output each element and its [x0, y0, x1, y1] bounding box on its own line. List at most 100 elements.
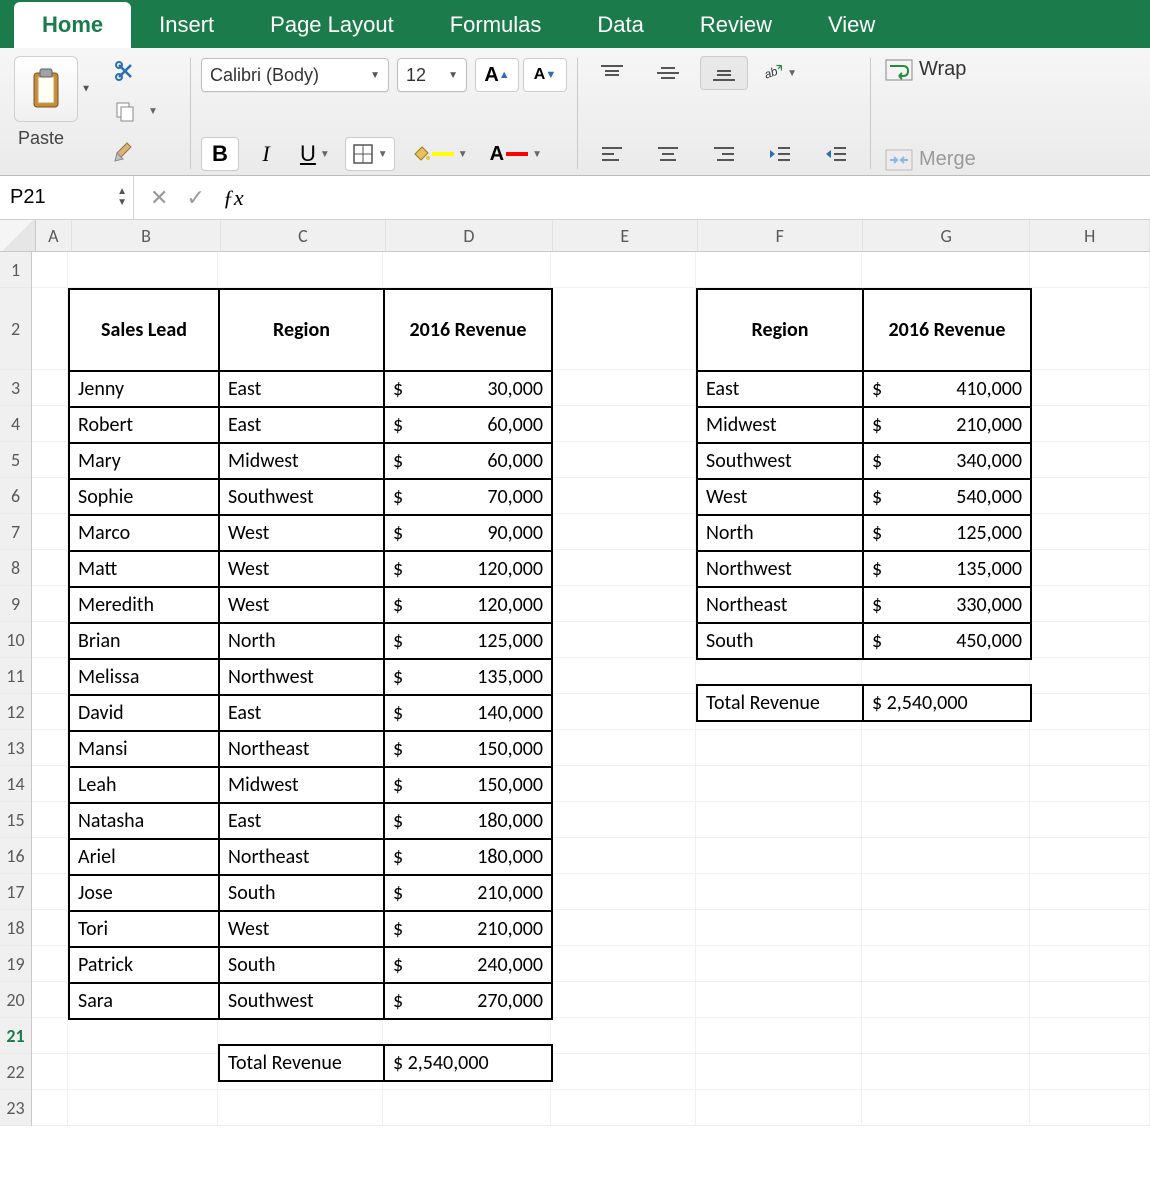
- cell[interactable]: [696, 802, 862, 838]
- cell-revenue[interactable]: $70,000: [384, 479, 552, 515]
- cell[interactable]: [1030, 550, 1150, 586]
- align-right-button[interactable]: [700, 137, 748, 171]
- merge-cells-button[interactable]: Merge: [885, 148, 976, 171]
- cell-revenue[interactable]: $150,000: [384, 731, 552, 767]
- font-color-button[interactable]: A ▼: [483, 137, 549, 171]
- column-header[interactable]: A: [36, 220, 72, 251]
- cell[interactable]: [1030, 694, 1150, 730]
- cell-revenue[interactable]: $180,000: [384, 839, 552, 875]
- cell-sales-lead[interactable]: Marco: [69, 515, 219, 551]
- cell[interactable]: [551, 252, 696, 288]
- ribbon-tab-review[interactable]: Review: [672, 2, 800, 48]
- cell[interactable]: [862, 982, 1030, 1018]
- cut-button[interactable]: [106, 56, 144, 86]
- cell-sales-lead[interactable]: Sara: [69, 983, 219, 1019]
- cell[interactable]: [1030, 658, 1150, 694]
- row-header[interactable]: 22: [0, 1054, 31, 1090]
- select-all-corner[interactable]: [0, 220, 36, 251]
- cell[interactable]: [862, 910, 1030, 946]
- cell-region[interactable]: South: [219, 875, 384, 911]
- row-header[interactable]: 19: [0, 946, 31, 982]
- cell-region[interactable]: Southwest: [219, 479, 384, 515]
- cell[interactable]: [32, 252, 68, 288]
- cell[interactable]: [1030, 730, 1150, 766]
- row-header[interactable]: 17: [0, 874, 31, 910]
- cell-region[interactable]: West: [219, 587, 384, 623]
- cell[interactable]: [68, 252, 218, 288]
- cell[interactable]: [218, 252, 383, 288]
- cell[interactable]: [551, 370, 696, 406]
- cell-region[interactable]: Northwest: [219, 659, 384, 695]
- bold-button[interactable]: B: [201, 137, 239, 171]
- cell[interactable]: [1030, 442, 1150, 478]
- cell-revenue[interactable]: $135,000: [863, 551, 1031, 587]
- cell[interactable]: [862, 766, 1030, 802]
- cell-revenue[interactable]: $210,000: [384, 911, 552, 947]
- ribbon-tab-home[interactable]: Home: [14, 2, 131, 48]
- cell-revenue[interactable]: $240,000: [384, 947, 552, 983]
- cell-revenue[interactable]: $410,000: [863, 371, 1031, 407]
- row-header[interactable]: 5: [0, 442, 31, 478]
- cell-sales-lead[interactable]: Ariel: [69, 839, 219, 875]
- cell[interactable]: [1030, 874, 1150, 910]
- cell[interactable]: [551, 550, 696, 586]
- cell-sales-lead[interactable]: Matt: [69, 551, 219, 587]
- cell[interactable]: [551, 838, 696, 874]
- cell[interactable]: [551, 1018, 696, 1054]
- cell[interactable]: [551, 802, 696, 838]
- cell-sales-lead[interactable]: Jenny: [69, 371, 219, 407]
- row-header[interactable]: 20: [0, 982, 31, 1018]
- dropdown-caret-icon[interactable]: ▼: [81, 84, 91, 95]
- cell-sales-lead[interactable]: Tori: [69, 911, 219, 947]
- cell-revenue[interactable]: $270,000: [384, 983, 552, 1019]
- row-header[interactable]: 9: [0, 586, 31, 622]
- cell[interactable]: [551, 694, 696, 730]
- column-header[interactable]: B: [72, 220, 221, 251]
- cell-region[interactable]: East: [219, 407, 384, 443]
- cell[interactable]: [862, 1018, 1030, 1054]
- cell-sales-lead[interactable]: Robert: [69, 407, 219, 443]
- cell-region[interactable]: Midwest: [219, 767, 384, 803]
- copy-button[interactable]: [106, 96, 144, 126]
- cell-revenue[interactable]: $210,000: [384, 875, 552, 911]
- cell-revenue[interactable]: $90,000: [384, 515, 552, 551]
- cell[interactable]: [551, 910, 696, 946]
- fill-color-button[interactable]: ▼: [403, 137, 475, 171]
- cell[interactable]: [696, 982, 862, 1018]
- cell-revenue[interactable]: $180,000: [384, 803, 552, 839]
- cell[interactable]: [32, 1054, 68, 1090]
- row-header[interactable]: 11: [0, 658, 31, 694]
- cell-region[interactable]: Northeast: [697, 587, 863, 623]
- cell-revenue[interactable]: $135,000: [384, 659, 552, 695]
- cell-revenue[interactable]: $540,000: [863, 479, 1031, 515]
- cell[interactable]: [32, 1090, 68, 1126]
- cell[interactable]: [32, 946, 68, 982]
- cell[interactable]: [1030, 946, 1150, 982]
- cell-revenue[interactable]: $340,000: [863, 443, 1031, 479]
- cell-region[interactable]: South: [697, 623, 863, 659]
- column-header[interactable]: H: [1030, 220, 1150, 251]
- cell[interactable]: [1030, 1090, 1150, 1126]
- cell[interactable]: [862, 730, 1030, 766]
- cell[interactable]: [32, 1018, 68, 1054]
- cell[interactable]: [1030, 586, 1150, 622]
- column-header[interactable]: G: [863, 220, 1030, 251]
- cell[interactable]: [32, 622, 68, 658]
- ribbon-tab-data[interactable]: Data: [569, 2, 671, 48]
- cell[interactable]: [551, 766, 696, 802]
- align-middle-button[interactable]: [644, 56, 692, 90]
- font-name-select[interactable]: Calibri (Body) ▼: [201, 58, 389, 92]
- column-header[interactable]: C: [221, 220, 385, 251]
- cell[interactable]: [32, 370, 68, 406]
- cell[interactable]: [32, 802, 68, 838]
- align-left-button[interactable]: [588, 137, 636, 171]
- cell-sales-lead[interactable]: David: [69, 695, 219, 731]
- row-header[interactable]: 1: [0, 252, 31, 288]
- paste-button[interactable]: ▼: [14, 56, 78, 122]
- cell-region[interactable]: Southwest: [697, 443, 863, 479]
- cell[interactable]: [696, 1054, 862, 1090]
- row-header[interactable]: 4: [0, 406, 31, 442]
- cell-revenue[interactable]: $150,000: [384, 767, 552, 803]
- cell[interactable]: [68, 1090, 218, 1126]
- cell[interactable]: [862, 838, 1030, 874]
